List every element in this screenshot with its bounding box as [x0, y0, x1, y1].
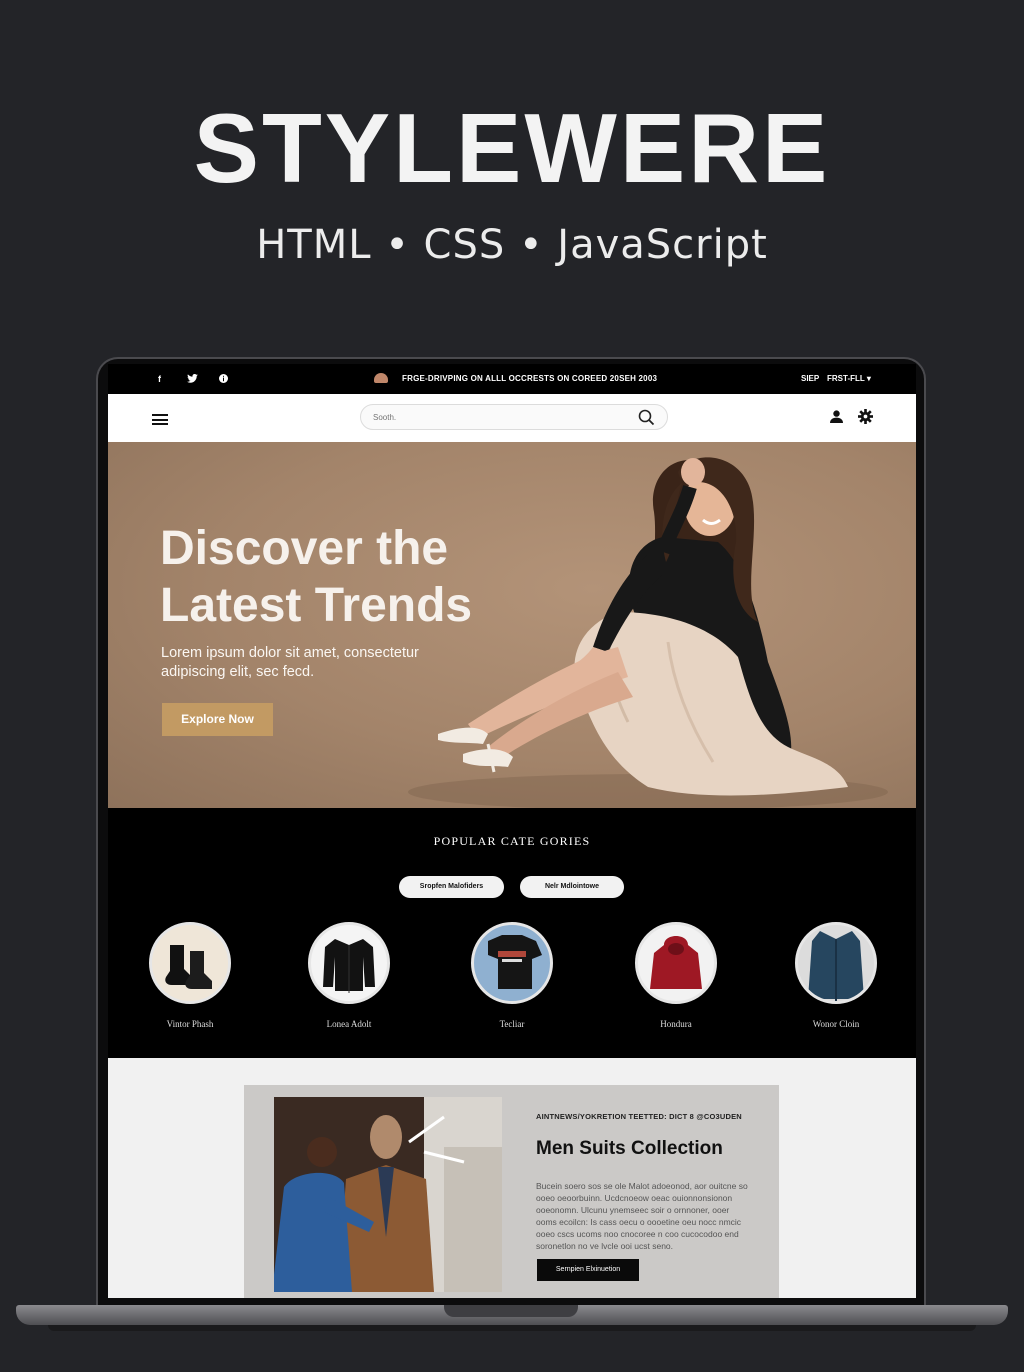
featured-collection-section: AINTNEWS/YOKRETION TEETTED: DICT 8 @CO3U…: [108, 1058, 916, 1298]
jacket-image: [308, 922, 390, 1004]
feature-title: Men Suits Collection: [536, 1138, 723, 1159]
featured-collection-card: AINTNEWS/YOKRETION TEETTED: DICT 8 @CO3U…: [244, 1085, 779, 1298]
category-item[interactable]: Hondura: [635, 922, 717, 1029]
feature-eyebrow: AINTNEWS/YOKRETION TEETTED: DICT 8 @CO3U…: [536, 1112, 742, 1121]
info-icon[interactable]: [219, 374, 228, 385]
category-item[interactable]: Vintor Phash: [149, 922, 231, 1029]
language-selector[interactable]: SIEP: [801, 374, 819, 383]
facebook-icon[interactable]: f: [158, 374, 161, 384]
hero-title: Discover the Latest Trends: [160, 520, 540, 634]
explore-now-button[interactable]: Explore Now: [162, 703, 273, 736]
category-item[interactable]: Wonor Cloin: [795, 922, 877, 1029]
tshirt-image: [471, 922, 553, 1004]
category-filter-pill[interactable]: Nelr Mdlointowe: [520, 876, 624, 898]
announcement-text: FRGE-DRIVPING ON ALLL OCCRESTS ON COREED…: [402, 374, 658, 383]
category-label: Hondura: [660, 1019, 692, 1029]
promo-subtitle: HTML • CSS • JavaScript: [256, 222, 768, 268]
suits-photo: [274, 1097, 502, 1292]
laptop-foot: [48, 1325, 976, 1331]
hero-title-line-2: Latest Trends: [160, 579, 473, 632]
announcement-bar: f FRGE-DRIVPING ON ALLL OCCRESTS ON CORE…: [108, 364, 916, 394]
category-label: Wonor Cloin: [812, 1019, 860, 1029]
hoodie-image: [635, 922, 717, 1004]
laptop-notch: [444, 1305, 578, 1317]
main-nav: [108, 394, 916, 442]
search-bar: [360, 404, 668, 430]
category-label: Vintor Phash: [166, 1019, 214, 1029]
hero-banner: Discover the Latest Trends Lorem ipsum d…: [108, 442, 916, 808]
gear-icon[interactable]: [858, 409, 873, 429]
promo-title: STYLEWERE: [193, 93, 831, 203]
categories-heading: POPULAR CATE GORIES: [433, 834, 591, 848]
website-screen: f FRGE-DRIVPING ON ALLL OCCRESTS ON CORE…: [108, 364, 916, 1298]
category-label: Tecliar: [499, 1019, 525, 1029]
twitter-icon[interactable]: [187, 374, 198, 385]
search-input[interactable]: [373, 410, 623, 424]
feature-body-text: Bucein soero sos se ole Malot adoeonod, …: [536, 1181, 748, 1251]
user-icon[interactable]: [830, 410, 843, 428]
category-filter-pill[interactable]: Sropfen Malofiders: [399, 876, 504, 898]
boots-image: [149, 922, 231, 1004]
search-icon[interactable]: [638, 409, 655, 431]
category-item[interactable]: Tecliar: [471, 922, 553, 1029]
popular-categories-section: POPULAR CATE GORIES Sropfen Malofiders N…: [108, 808, 916, 1058]
menu-icon[interactable]: [152, 414, 168, 425]
hero-subtitle: Lorem ipsum dolor sit amet, consectetur …: [161, 645, 419, 680]
currency-selector[interactable]: FRST-FLL ▾: [827, 374, 871, 383]
coat-image: [795, 922, 877, 1004]
category-item[interactable]: Lonea Adolt: [308, 922, 390, 1029]
hero-title-line-1: Discover the: [160, 522, 449, 575]
announcement-avatar-icon: [374, 373, 388, 383]
feature-cta-button[interactable]: Sernpien Elxinuetion: [537, 1259, 639, 1281]
category-label: Lonea Adolt: [326, 1019, 372, 1029]
